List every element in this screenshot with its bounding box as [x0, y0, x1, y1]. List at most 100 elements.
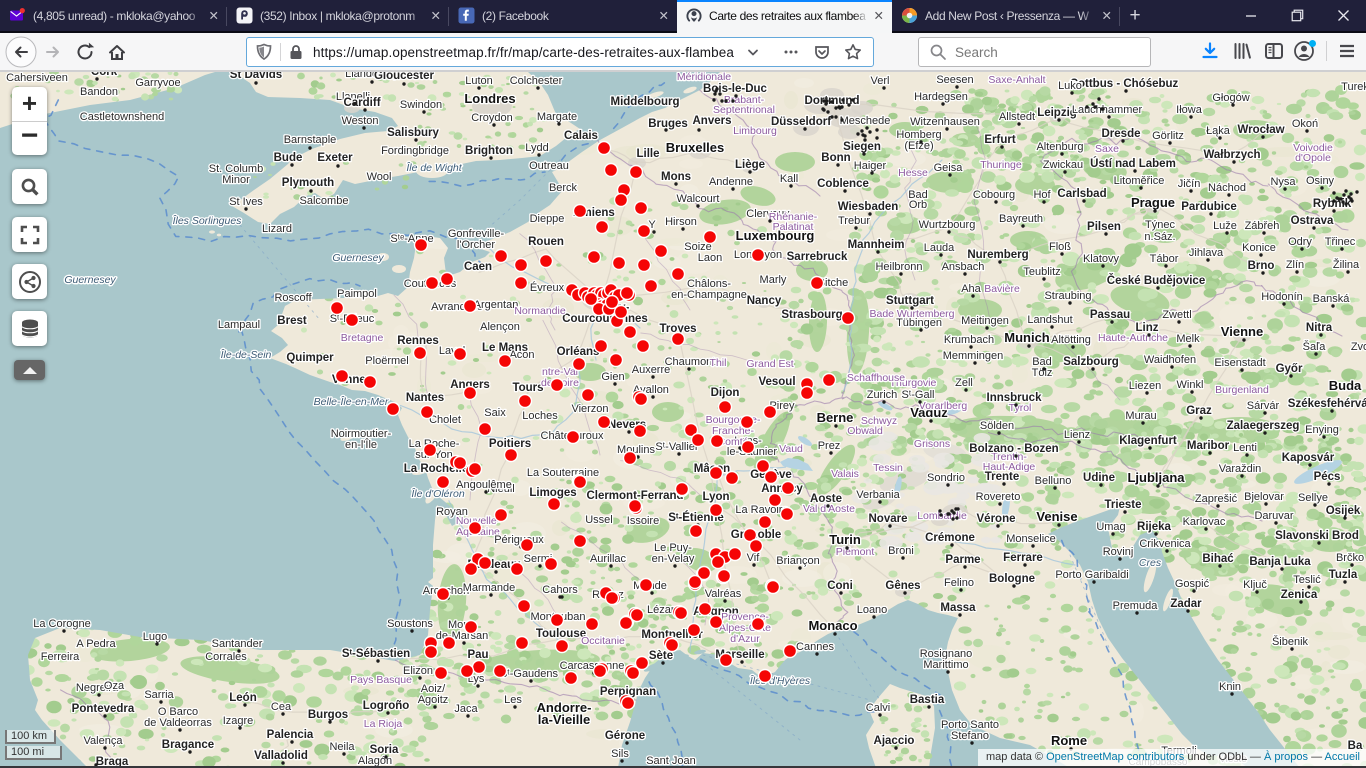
- svg-text:Bragance: Bragance: [162, 739, 214, 751]
- svg-text:Witzenhausen: Witzenhausen: [910, 116, 980, 128]
- svg-text:Corrales: Corrales: [205, 651, 247, 663]
- svg-text:Konice: Konice: [1242, 242, 1276, 254]
- svg-text:Carcassonne: Carcassonne: [560, 660, 625, 672]
- svg-text:Innsbruck: Innsbruck: [987, 392, 1043, 404]
- svg-text:Luže: Luže: [1213, 220, 1237, 232]
- svg-text:Salcombe: Salcombe: [300, 195, 349, 207]
- svg-text:Sellye: Sellye: [1298, 492, 1328, 504]
- svg-text:Zwickau: Zwickau: [1043, 159, 1083, 171]
- svg-text:Hirson: Hirson: [665, 216, 697, 228]
- svg-text:Knin: Knin: [1219, 681, 1241, 693]
- svg-text:Brest: Brest: [277, 315, 307, 327]
- svg-text:Zábřeh: Zábřeh: [1245, 220, 1280, 232]
- svg-text:Enying: Enying: [1305, 424, 1339, 436]
- svg-text:Belluno: Belluno: [1035, 475, 1072, 487]
- svg-text:d'Opole: d'Opole: [1295, 152, 1331, 164]
- svg-text:Gérone: Gérone: [605, 730, 645, 742]
- svg-text:Tübingen: Tübingen: [896, 317, 942, 329]
- svg-text:Verl: Verl: [871, 75, 890, 87]
- svg-text:Strasbourg: Strasbourg: [781, 309, 842, 321]
- svg-text:Nantes: Nantes: [406, 392, 444, 404]
- svg-text:Bretagne: Bretagne: [341, 332, 384, 344]
- svg-text:Győr: Győr: [1276, 363, 1303, 375]
- svg-text:Verbania: Verbania: [856, 489, 900, 501]
- svg-text:Izagre: Izagre: [223, 715, 254, 727]
- svg-text:Pilsen: Pilsen: [1087, 221, 1121, 233]
- svg-text:Brčko: Brčko: [1336, 552, 1364, 564]
- svg-text:Outreau: Outreau: [529, 160, 569, 172]
- svg-text:Šaľa: Šaľa: [1303, 340, 1327, 353]
- svg-text:Oza: Oza: [104, 680, 125, 692]
- svg-text:Occitanie: Occitanie: [581, 635, 625, 647]
- svg-text:Acon: Acon: [509, 349, 534, 361]
- svg-text:Iłowa: Iłowa: [1176, 104, 1203, 116]
- svg-text:Monselice: Monselice: [1006, 533, 1056, 545]
- svg-text:La Souterraine: La Souterraine: [527, 467, 599, 479]
- svg-text:Rovinj: Rovinj: [1103, 546, 1134, 558]
- svg-text:Andenne: Andenne: [709, 176, 753, 188]
- svg-text:Altenburg: Altenburg: [1036, 141, 1083, 153]
- svg-text:Luton: Luton: [465, 75, 493, 87]
- svg-text:Lauchhammer: Lauchhammer: [1072, 104, 1143, 116]
- svg-text:Belle-Île-en-Mer: Belle-Île-en-Mer: [314, 395, 389, 408]
- svg-text:Slavonski Brod: Slavonski Brod: [1275, 530, 1359, 542]
- svg-text:Sarria: Sarria: [144, 689, 174, 701]
- svg-text:Geisa: Geisa: [934, 162, 964, 174]
- svg-text:Île de Wight: Île de Wight: [406, 161, 462, 174]
- svg-text:Plymouth: Plymouth: [282, 177, 334, 189]
- svg-text:Nuremberg: Nuremberg: [967, 249, 1028, 261]
- svg-text:Burgos: Burgos: [308, 709, 348, 721]
- svg-text:Vierzon: Vierzon: [571, 403, 608, 415]
- svg-text:Hardegsen: Hardegsen: [914, 91, 968, 103]
- svg-text:Walcourt: Walcourt: [677, 193, 720, 205]
- svg-text:Palencia: Palencia: [267, 729, 314, 741]
- svg-text:Heilbronn: Heilbronn: [875, 261, 922, 273]
- svg-text:Stefano: Stefano: [951, 730, 989, 742]
- svg-text:Loano: Loano: [857, 604, 888, 616]
- svg-text:Minor: Minor: [222, 174, 250, 186]
- svg-text:Gênes: Gênes: [885, 580, 920, 592]
- svg-text:Palatinat: Palatinat: [773, 221, 814, 233]
- svg-text:Týnec: Týnec: [1145, 219, 1175, 231]
- svg-text:Brno: Brno: [1248, 260, 1275, 272]
- svg-text:Vif: Vif: [747, 552, 761, 564]
- svg-text:Calais: Calais: [564, 130, 598, 142]
- svg-text:Gospić: Gospić: [1175, 578, 1210, 590]
- svg-text:Anvers: Anvers: [693, 115, 732, 127]
- svg-text:Salisbury: Salisbury: [387, 127, 439, 139]
- svg-text:Hof: Hof: [1033, 189, 1051, 201]
- svg-text:Tuzla: Tuzla: [1329, 569, 1358, 581]
- svg-text:Meschede: Meschede: [840, 115, 891, 127]
- svg-text:Alençon: Alençon: [480, 321, 520, 333]
- svg-text:Sᵗ-Sébastien: Sᵗ-Sébastien: [342, 648, 410, 660]
- svg-text:Cres: Cres: [1139, 557, 1162, 569]
- svg-text:Eisenstadt: Eisenstadt: [1214, 357, 1265, 369]
- svg-text:Jaca: Jaca: [454, 703, 478, 715]
- svg-text:Ajaccio: Ajaccio: [874, 735, 915, 747]
- svg-text:León: León: [229, 692, 256, 704]
- svg-text:Lille: Lille: [636, 148, 659, 160]
- svg-text:Bavière: Bavière: [984, 283, 1020, 295]
- svg-text:Banja Luka: Banja Luka: [1249, 556, 1311, 568]
- svg-text:Normandie: Normandie: [514, 305, 566, 317]
- svg-text:Felino: Felino: [944, 577, 974, 589]
- svg-text:Moulins: Moulins: [617, 444, 655, 456]
- svg-text:Udine: Udine: [1083, 472, 1115, 484]
- svg-text:Saix: Saix: [484, 407, 506, 419]
- svg-text:Bruges: Bruges: [648, 118, 688, 130]
- svg-text:Waidhofen: Waidhofen: [1144, 354, 1196, 366]
- svg-text:Monaco: Monaco: [808, 618, 857, 633]
- svg-text:Toulouse: Toulouse: [536, 628, 586, 640]
- svg-text:St Ives: St Ives: [229, 196, 263, 208]
- svg-text:Mannheim: Mannheim: [848, 239, 905, 251]
- svg-text:Saxe: Saxe: [1095, 143, 1119, 155]
- svg-text:Wrocław: Wrocław: [1237, 124, 1284, 136]
- svg-text:Dieppe: Dieppe: [530, 213, 565, 225]
- svg-text:Périgueux: Périgueux: [494, 534, 544, 546]
- svg-text:Cork: Cork: [91, 72, 118, 78]
- svg-text:Rijeka: Rijeka: [1137, 521, 1171, 533]
- svg-text:Kall: Kall: [780, 173, 798, 185]
- svg-text:Sondrio: Sondrio: [927, 472, 965, 484]
- svg-text:en-Champagne: en-Champagne: [671, 289, 747, 301]
- svg-text:Prague: Prague: [1131, 195, 1175, 210]
